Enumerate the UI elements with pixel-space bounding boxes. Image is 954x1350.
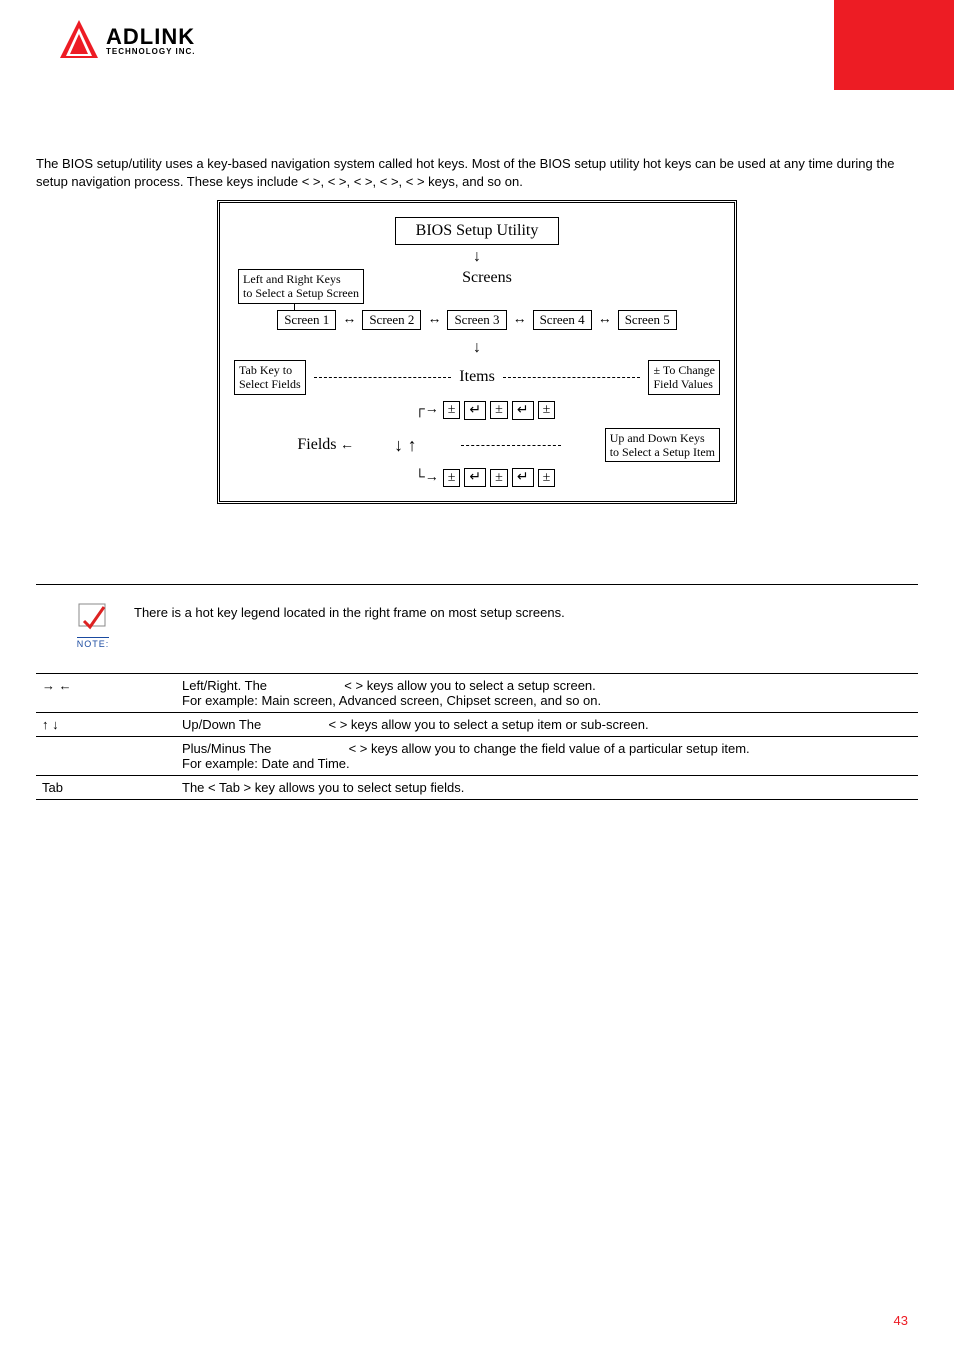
text: For example: Main screen, Advanced scree… xyxy=(182,693,601,708)
key-symbol: Tab xyxy=(36,776,176,800)
hotkey-table: → ← Left/Right. The < > keys allow you t… xyxy=(36,674,918,800)
field-enter: ↵ xyxy=(464,468,486,487)
screen-box: Screen 4 xyxy=(533,310,592,330)
screen-box: Screen 5 xyxy=(618,310,677,330)
tab-label-l1: Tab Key to xyxy=(239,363,292,377)
arrow-bidir-icon: ↔ xyxy=(513,312,527,328)
table-row: ↑ ↓ Up/Down The < > keys allow you to se… xyxy=(36,713,918,737)
field-enter: ↵ xyxy=(464,401,486,420)
arrow-up-icon: ↑ xyxy=(408,435,417,455)
note-block: NOTE: There is a hot key legend located … xyxy=(36,585,918,673)
screen-box: Screen 3 xyxy=(447,310,506,330)
lr-label-line1: Left and Right Keys xyxy=(243,272,341,286)
header-red-bar xyxy=(834,0,954,90)
change-label-l1: ± To Change xyxy=(653,363,715,377)
corner-arrow: ┌→ xyxy=(399,402,439,418)
field-pm: ± xyxy=(538,401,556,419)
note-caption: NOTE: xyxy=(77,637,110,649)
text: keys allow you to select a setup screen. xyxy=(367,678,596,693)
updown-label: Up and Down Keys to Select a Setup Item xyxy=(605,428,720,463)
field-pm: ± xyxy=(490,401,508,419)
arrow-down-icon: ↓ xyxy=(394,435,403,455)
text: keys allow you to select a setup item or… xyxy=(351,717,649,732)
arrow-bidir-icon: ↔ xyxy=(598,312,612,328)
key-desc: Up/Down The < > keys allow you to select… xyxy=(176,713,918,737)
text: For example: Date and Time. xyxy=(182,756,350,771)
field-enter: ↵ xyxy=(512,468,534,487)
text: keys allow you to change the field value… xyxy=(371,741,750,756)
change-label: ± To Change Field Values xyxy=(648,360,720,395)
dashed-connector xyxy=(314,377,452,378)
page-number: 43 xyxy=(894,1313,908,1328)
key-desc: The < Tab > key allows you to select set… xyxy=(176,776,918,800)
table-row: → ← Left/Right. The < > keys allow you t… xyxy=(36,674,918,713)
logo-text-main: ADLINK xyxy=(106,26,196,48)
field-pm: ± xyxy=(443,469,461,487)
arrow-left-icon: ← xyxy=(340,438,354,453)
lr-label-line2: to Select a Setup Screen xyxy=(243,286,359,300)
field-pm: ± xyxy=(490,469,508,487)
text: Up/Down The xyxy=(182,717,265,732)
arrow-bidir-icon: ↔ xyxy=(427,312,441,328)
screens-label: Screens xyxy=(462,269,512,286)
key-desc: Plus/Minus The < > keys allow you to cha… xyxy=(176,737,918,776)
text: Plus/Minus The xyxy=(182,741,275,756)
change-label-l2: Field Values xyxy=(653,377,712,391)
diagram-container: BIOS Setup Utility ↓ Left and Right Keys… xyxy=(36,200,918,504)
table-row: Plus/Minus The < > keys allow you to cha… xyxy=(36,737,918,776)
table-row: Tab The < Tab > key allows you to select… xyxy=(36,776,918,800)
logo-mark-icon xyxy=(58,18,100,63)
text: < > xyxy=(349,741,368,756)
arrow-bidir-icon: ↔ xyxy=(342,312,356,328)
diagram-title: BIOS Setup Utility xyxy=(395,217,560,245)
key-symbol: → ← xyxy=(36,674,176,713)
tab-label: Tab Key to Select Fields xyxy=(234,360,306,395)
field-enter: ↵ xyxy=(512,401,534,420)
text: < > xyxy=(328,717,347,732)
fields-label: Fields xyxy=(297,436,336,453)
lr-keys-label: Left and Right Keys to Select a Setup Sc… xyxy=(238,269,364,304)
field-pm: ± xyxy=(538,469,556,487)
dashed-connector xyxy=(461,445,561,446)
updown-label-l1: Up and Down Keys xyxy=(610,431,705,445)
note-icon: NOTE: xyxy=(76,601,110,649)
screen-box: Screen 1 xyxy=(277,310,336,330)
arrow-down-icon: ↓ xyxy=(473,340,481,356)
key-desc: Left/Right. The < > keys allow you to se… xyxy=(176,674,918,713)
key-symbol: ↑ ↓ xyxy=(36,713,176,737)
tab-label-l2: Select Fields xyxy=(239,377,301,391)
dashed-connector xyxy=(503,377,641,378)
logo: ADLINK TECHNOLOGY INC. xyxy=(58,18,196,63)
items-label: Items xyxy=(459,368,495,386)
text: Left/Right. The xyxy=(182,678,271,693)
logo-text-sub: TECHNOLOGY INC. xyxy=(106,48,196,56)
key-symbol xyxy=(36,737,176,776)
note-text: There is a hot key legend located in the… xyxy=(134,601,565,620)
screen-box: Screen 2 xyxy=(362,310,421,330)
corner-arrow: └→ xyxy=(399,470,439,486)
updown-label-l2: to Select a Setup Item xyxy=(610,445,715,459)
intro-paragraph: The BIOS setup/utility uses a key-based … xyxy=(36,155,918,190)
arrow-down-icon: ↓ xyxy=(473,249,481,265)
field-pm: ± xyxy=(443,401,461,419)
text: < > xyxy=(344,678,363,693)
